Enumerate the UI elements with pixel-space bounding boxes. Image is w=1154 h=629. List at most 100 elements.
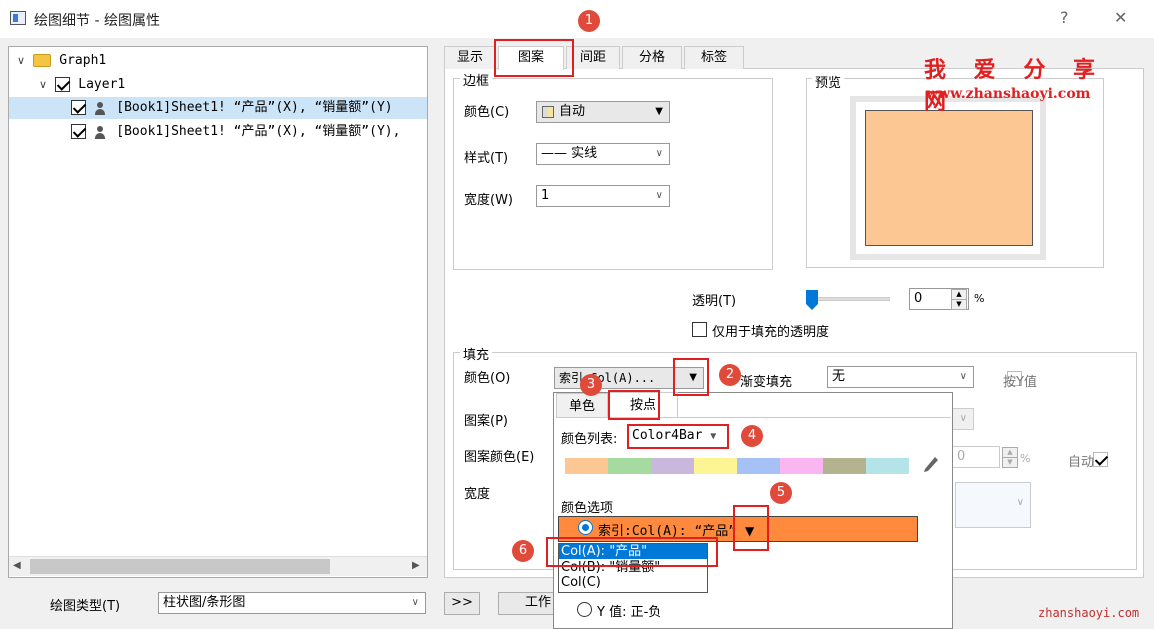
close-button[interactable]: ✕ bbox=[1114, 8, 1127, 27]
dropdown-arrow-icon: ▼ bbox=[655, 106, 663, 117]
auto-label: 自动 bbox=[1068, 455, 1095, 470]
fill-color-label: 颜色(O) bbox=[464, 371, 511, 386]
pattern-width-unit: % bbox=[1020, 452, 1031, 465]
step-badge: 5 bbox=[770, 482, 792, 504]
chevron-down-icon: ∨ bbox=[655, 148, 663, 159]
fill-group-title: 填充 bbox=[460, 344, 493, 363]
preview-title: 预览 bbox=[812, 72, 845, 91]
index-radio[interactable] bbox=[578, 520, 593, 535]
border-style-select[interactable]: —— 实线 ∨ bbox=[536, 143, 670, 165]
spin-down-icon[interactable]: ▼ bbox=[951, 299, 967, 310]
color-swatch[interactable] bbox=[866, 458, 909, 474]
spin-down-icon[interactable]: ▼ bbox=[1002, 457, 1018, 468]
annotation-box bbox=[608, 390, 660, 420]
plot-type-value: 柱状图/条形图 bbox=[163, 595, 246, 610]
border-width-select[interactable]: 1 ∨ bbox=[536, 185, 670, 207]
fill-width-select[interactable]: ∨ bbox=[955, 482, 1031, 528]
tree-item-plot[interactable]: [Book1]Sheet1! “产品”(X), “销量额”(Y) bbox=[71, 98, 393, 118]
transparency-label: 透明(T) bbox=[692, 294, 737, 309]
color-options-label: 颜色选项 bbox=[561, 501, 614, 516]
chevron-down-icon[interactable]: ∨ bbox=[39, 75, 51, 95]
plot-icon bbox=[94, 125, 106, 139]
plot-checkbox[interactable] bbox=[71, 124, 86, 139]
plot-icon bbox=[94, 101, 106, 115]
step-badge: 2 bbox=[719, 364, 741, 386]
footer-url: zhanshaoyi.com bbox=[1038, 606, 1140, 620]
y-value-radio[interactable] bbox=[577, 602, 592, 617]
site-title: 我 爱 分 享 网 bbox=[924, 57, 1105, 115]
color-swatch[interactable] bbox=[780, 458, 823, 474]
plot-checkbox[interactable] bbox=[71, 100, 86, 115]
chevron-down-icon[interactable]: ∨ bbox=[17, 51, 29, 71]
pattern-width-input[interactable]: 0 bbox=[952, 446, 1000, 468]
site-url: www.zhanshaoyi.com bbox=[926, 86, 1091, 102]
chevron-down-icon: ∨ bbox=[411, 597, 419, 608]
transparency-unit: % bbox=[974, 292, 985, 305]
color-swatch[interactable] bbox=[823, 458, 866, 474]
annotation-box bbox=[546, 537, 718, 567]
gradient-label: 渐变填充 bbox=[740, 375, 793, 390]
color-swatch[interactable] bbox=[608, 458, 651, 474]
border-style-value: —— 实线 bbox=[541, 146, 598, 161]
transparency-slider-track[interactable] bbox=[810, 297, 890, 301]
help-button[interactable]: ? bbox=[1060, 8, 1069, 27]
step-badge: 1 bbox=[578, 10, 600, 32]
annotation-box bbox=[627, 424, 729, 449]
step-badge: 4 bbox=[741, 425, 763, 447]
border-style-label: 样式(T) bbox=[464, 151, 509, 166]
app-icon bbox=[10, 11, 26, 25]
annotation-box bbox=[733, 505, 769, 551]
border-color-label: 颜色(C) bbox=[464, 105, 510, 120]
step-badge: 6 bbox=[512, 540, 534, 562]
pattern-color-label: 图案颜色(E) bbox=[464, 450, 535, 465]
tree-item-label: [Book1]Sheet1! “产品”(X), “销量额”(Y), bbox=[116, 124, 401, 139]
tree-item-label: Graph1 bbox=[59, 53, 107, 68]
color-swatch-icon bbox=[542, 106, 554, 118]
tree-item-plot[interactable]: [Book1]Sheet1! “产品”(X), “销量额”(Y), bbox=[71, 122, 400, 142]
scroll-right-icon[interactable]: ▶ bbox=[412, 560, 420, 571]
auto-checkbox[interactable] bbox=[1093, 452, 1109, 467]
fill-only-checkbox[interactable] bbox=[692, 322, 707, 337]
tree-item-label: [Book1]Sheet1! “产品”(X), “销量额”(Y) bbox=[116, 100, 393, 115]
fill-only-label: 仅用于填充的透明度 bbox=[712, 325, 830, 340]
tree-item-label: Layer1 bbox=[78, 77, 126, 92]
tree-item-layer[interactable]: ∨ Layer1 bbox=[39, 75, 125, 95]
pattern-select[interactable]: ∨ bbox=[952, 408, 974, 430]
dropdown-item[interactable]: Col(C) bbox=[561, 575, 601, 590]
scrollbar-thumb[interactable] bbox=[30, 559, 330, 574]
transparency-value: 0 bbox=[914, 291, 923, 306]
title-bar bbox=[0, 0, 1154, 38]
by-y-label: 按Y值 bbox=[1003, 375, 1037, 390]
color-swatch[interactable] bbox=[565, 458, 608, 474]
plot-tree[interactable]: ∨ Graph1 ∨ Layer1 [Book1]Sheet1! “产品”(X)… bbox=[8, 46, 428, 578]
plot-type-select[interactable]: 柱状图/条形图 ∨ bbox=[158, 592, 426, 614]
layer-checkbox[interactable] bbox=[55, 77, 71, 92]
y-value-option-label: Y 值: 正-负 bbox=[597, 605, 662, 620]
chevron-down-icon: ∨ bbox=[1016, 497, 1024, 508]
color-swatch[interactable] bbox=[651, 458, 694, 474]
tab-labels[interactable]: 标签 bbox=[684, 46, 744, 69]
gradient-select[interactable]: 无 ∨ bbox=[827, 366, 974, 388]
color-swatch[interactable] bbox=[737, 458, 780, 474]
pencil-icon[interactable] bbox=[922, 453, 940, 473]
tab-grid[interactable]: 分格 bbox=[622, 46, 682, 69]
expand-button[interactable]: >> bbox=[444, 592, 480, 615]
pattern-width-value: 0 bbox=[957, 449, 966, 464]
fill-color-value: 索引:Col(A)... bbox=[559, 371, 656, 385]
preview-bar bbox=[865, 110, 1033, 246]
border-color-value: 自动 bbox=[559, 104, 586, 119]
annotation-box bbox=[494, 39, 574, 77]
tab-spacing[interactable]: 间距 bbox=[566, 46, 620, 69]
work-button[interactable]: 工作 bbox=[498, 592, 554, 615]
border-color-select[interactable]: 自动 ▼ bbox=[536, 101, 670, 123]
chevron-down-icon: ∨ bbox=[655, 190, 663, 201]
tab-display[interactable]: 显示 bbox=[444, 46, 496, 69]
color-list-label: 颜色列表: bbox=[561, 432, 618, 447]
annotation-box bbox=[673, 358, 709, 396]
popup-tab-single[interactable]: 单色 bbox=[556, 393, 608, 418]
scroll-left-icon[interactable]: ◀ bbox=[13, 560, 21, 571]
tree-item-graph[interactable]: ∨ Graph1 bbox=[17, 51, 106, 71]
color-swatch[interactable] bbox=[694, 458, 737, 474]
fill-width-label: 宽度 bbox=[464, 487, 491, 502]
window-title: 绘图细节 - 绘图属性 bbox=[34, 13, 160, 29]
